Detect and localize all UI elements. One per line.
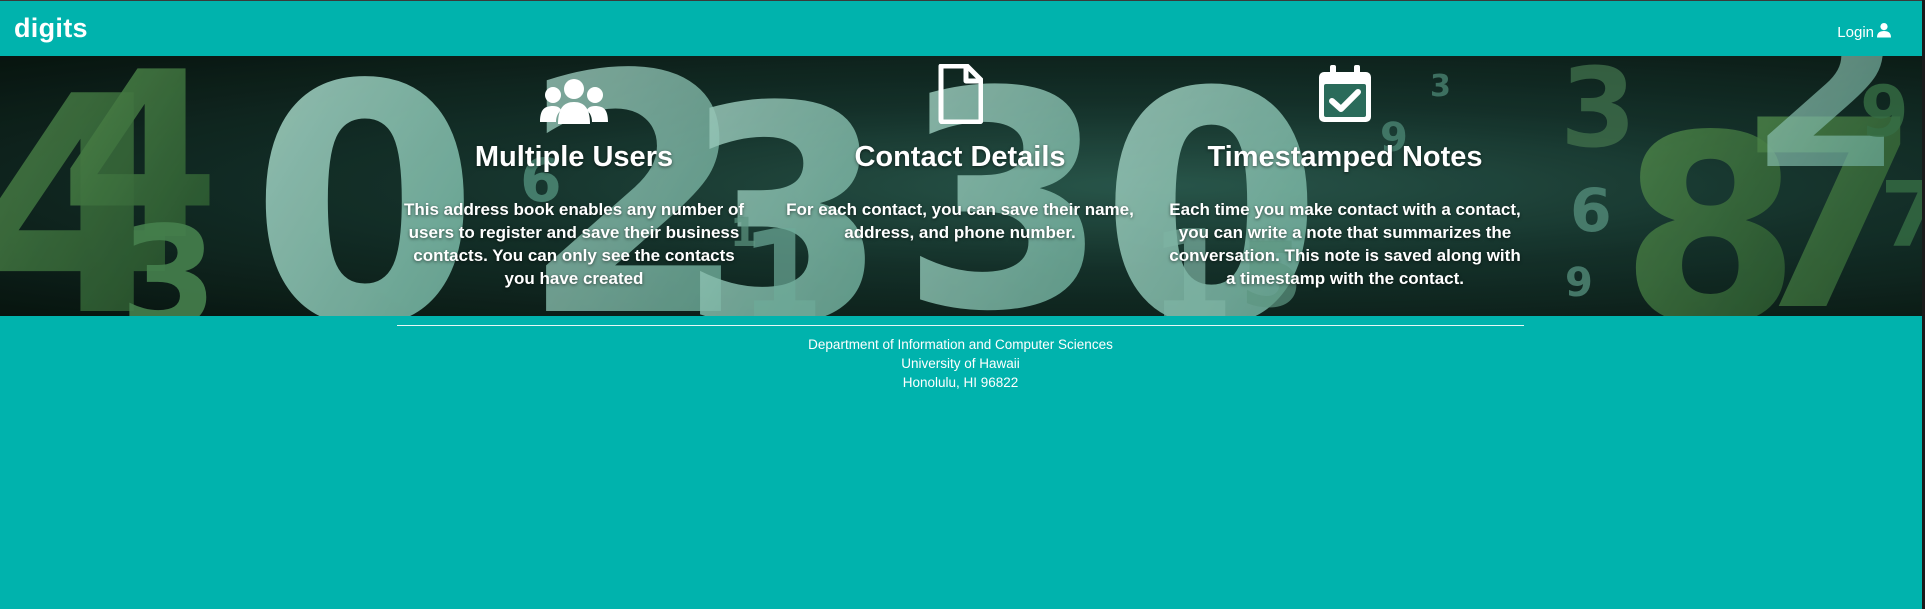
footer: Department of Information and Computer S… [397,335,1524,392]
feature-timestamped-notes: Timestamped Notes Each time you make con… [1165,56,1525,290]
feature-description: This address book enables any number of … [403,200,745,288]
feature-title: Multiple Users [474,141,674,173]
file-icon [780,56,1140,124]
users-icon [394,56,754,124]
feature-description: Each time you make contact with a contac… [1169,200,1521,288]
feature-contact-details: Contact Details For each contact, you ca… [780,56,1140,244]
footer-divider [397,325,1524,326]
navbar: digits Login [0,1,1922,56]
footer-department: Department of Information and Computer S… [808,337,1113,352]
hero-banner: 4 4 3 0 2 3 1 3 0 1 5 3 6 9 8 7 2 9 7 6 … [0,56,1922,316]
feature-title: Contact Details [854,141,1066,173]
feature-description: For each contact, you can save their nam… [786,200,1134,242]
feature-multiple-users: Multiple Users This address book enables… [394,56,754,290]
calendar-check-icon [1165,56,1525,124]
footer-address: Honolulu, HI 96822 [902,375,1019,390]
footer-university: University of Hawaii [901,356,1020,371]
feature-title: Timestamped Notes [1207,141,1483,173]
brand-logo[interactable]: digits [14,13,88,44]
login-button[interactable]: Login [1837,22,1892,42]
login-label: Login [1837,23,1874,41]
user-icon [1876,22,1892,42]
